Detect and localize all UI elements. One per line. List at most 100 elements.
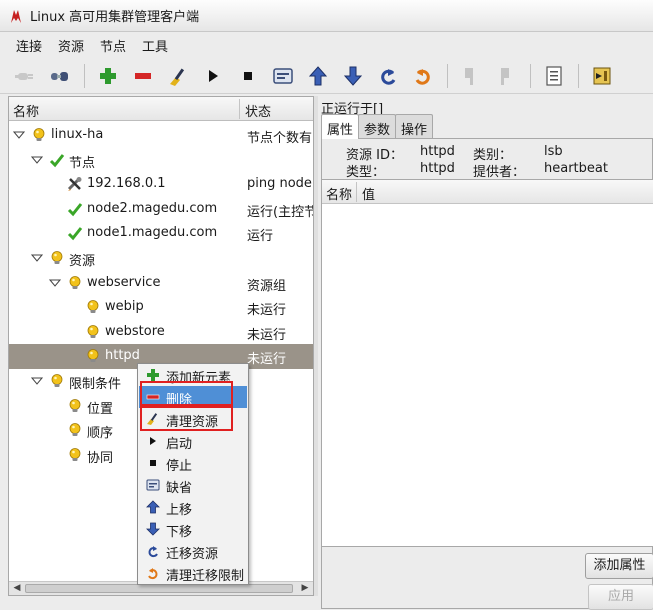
context-menu-item-label: 迁移资源 [166, 547, 219, 562]
tree-row[interactable]: 资源 [9, 246, 313, 271]
tree-row[interactable]: 节点 [9, 148, 313, 173]
provider-label: 提供者： [473, 165, 526, 180]
tree-row[interactable]: webservice 资源组 [9, 271, 313, 296]
attributes-table-header: 名称 值 [322, 180, 653, 204]
bulb-icon [49, 250, 65, 266]
check-icon [67, 225, 83, 241]
move-up-button[interactable] [303, 61, 333, 91]
tree-row-label: 资源 [69, 254, 96, 269]
attr-header-value[interactable]: 值 [362, 184, 375, 203]
migrate-button[interactable] [373, 61, 403, 91]
tab-operations[interactable]: 操作 [395, 114, 434, 138]
stop-icon [146, 456, 160, 470]
menu-connect[interactable]: 连接 [8, 34, 50, 57]
tree-row-status: 未运行 [247, 303, 287, 319]
tab-attributes[interactable]: 属性 [321, 114, 360, 139]
context-menu-item[interactable]: 迁移资源 [139, 540, 247, 562]
tree-row[interactable]: linux-ha 节点个数有 [9, 123, 313, 148]
context-menu-item[interactable]: 下移 [139, 518, 247, 540]
expander-toggle-icon[interactable] [30, 375, 44, 387]
context-menu-item[interactable]: 上移 [139, 496, 247, 518]
context-menu-item[interactable]: 缺省 [139, 474, 247, 496]
log-button[interactable] [539, 61, 569, 91]
exit-button[interactable] [587, 61, 617, 91]
tree-header-name[interactable]: 名称 [13, 101, 39, 120]
tree-row-label: 位置 [87, 401, 114, 417]
active-icon [501, 67, 509, 85]
stop-icon [244, 71, 252, 80]
arrow-up-icon [146, 500, 160, 514]
expander-toggle-icon[interactable] [30, 252, 44, 264]
connect-button[interactable] [10, 61, 40, 91]
tab-parameters[interactable]: 参数 [358, 114, 397, 138]
expander-toggle-icon[interactable] [12, 129, 26, 141]
bulb-icon [67, 398, 83, 414]
context-menu-item-label: 停止 [166, 459, 193, 474]
scroll-left-icon[interactable]: ◀ [10, 582, 24, 595]
tree-row[interactable]: webstore 未运行 [9, 320, 313, 345]
start-button[interactable] [198, 61, 228, 91]
apply-button[interactable]: 应用 [588, 584, 653, 610]
context-menu-item-label: 缺省 [166, 481, 193, 496]
move-down-button[interactable] [338, 61, 368, 91]
attributes-table[interactable]: 名称 值 [322, 179, 653, 547]
menu-tools[interactable]: 工具 [134, 34, 176, 57]
plus-icon [100, 67, 116, 84]
context-menu-item-label: 启动 [166, 437, 193, 452]
context-menu-item[interactable]: 启动 [139, 430, 247, 452]
unmigrate-icon [146, 566, 160, 580]
add-attribute-button[interactable]: 添加属性 [585, 553, 653, 579]
toolbar-separator [84, 63, 85, 88]
default-button[interactable] [268, 61, 298, 91]
menu-resource[interactable]: 资源 [50, 34, 92, 57]
migrate-icon [381, 68, 396, 85]
expander-toggle-icon[interactable] [30, 154, 44, 166]
menu-node[interactable]: 节点 [92, 34, 134, 57]
scroll-right-icon[interactable]: ▶ [298, 582, 312, 595]
app-icon [11, 9, 21, 23]
check-icon [49, 152, 65, 168]
scrollbar-thumb[interactable] [25, 584, 293, 593]
bulb-icon [31, 127, 47, 143]
tree-header-status[interactable]: 状态 [245, 101, 271, 120]
detail-pane: 正运行于[] 属性 参数 操作 资源 ID： httpd 类别： lsb 类型：… [318, 96, 653, 610]
exit-icon [593, 67, 611, 84]
stop-button[interactable] [233, 61, 263, 91]
attr-header-name[interactable]: 名称 [326, 184, 352, 203]
tree-row[interactable]: webip 未运行 [9, 295, 313, 320]
provider-value: heartbeat [544, 161, 608, 176]
bulb-icon [67, 422, 83, 438]
tree-row-label: node2.magedu.com [87, 200, 218, 216]
default-icon [146, 478, 160, 492]
disconnect-button[interactable] [45, 61, 75, 91]
detail-tabs: 属性 参数 操作 [321, 114, 434, 139]
bulb-icon [49, 373, 65, 389]
context-menu-item[interactable]: 清理迁移限制 [139, 562, 247, 584]
delete-button[interactable] [128, 61, 158, 91]
active-button[interactable] [491, 61, 521, 91]
tree-row[interactable]: 192.168.0.1 ping node [9, 172, 313, 197]
tree-row-status: 运行(主控节 [247, 204, 313, 220]
standby-button[interactable] [456, 61, 486, 91]
migrate-icon [146, 544, 160, 558]
expander-toggle-icon[interactable] [48, 277, 62, 289]
unmigrate-button[interactable] [408, 61, 438, 91]
cleanup-button[interactable] [163, 61, 193, 91]
annotation-box [140, 381, 233, 406]
tree-row[interactable]: node2.magedu.com 运行(主控节 [9, 197, 313, 222]
menu-bar: 连接 资源 节点 工具 [0, 32, 653, 58]
window-title: Linux 高可用集群管理客户端 [30, 10, 200, 25]
check-icon [67, 201, 83, 217]
resource-info: 资源 ID： httpd 类别： lsb 类型： httpd 提供者： hear… [322, 139, 652, 180]
toolbar-separator [447, 63, 448, 88]
column-divider[interactable] [356, 182, 357, 202]
context-menu-item-label: 清理迁移限制 [166, 569, 245, 584]
toolbar [0, 58, 653, 94]
resource-id-value: httpd [420, 144, 455, 159]
play-icon [209, 69, 218, 82]
add-button[interactable] [93, 61, 123, 91]
column-divider[interactable] [239, 99, 240, 119]
tree-row[interactable]: node1.magedu.com 运行 [9, 221, 313, 246]
context-menu-item[interactable]: 停止 [139, 452, 247, 474]
minus-icon [135, 72, 151, 79]
